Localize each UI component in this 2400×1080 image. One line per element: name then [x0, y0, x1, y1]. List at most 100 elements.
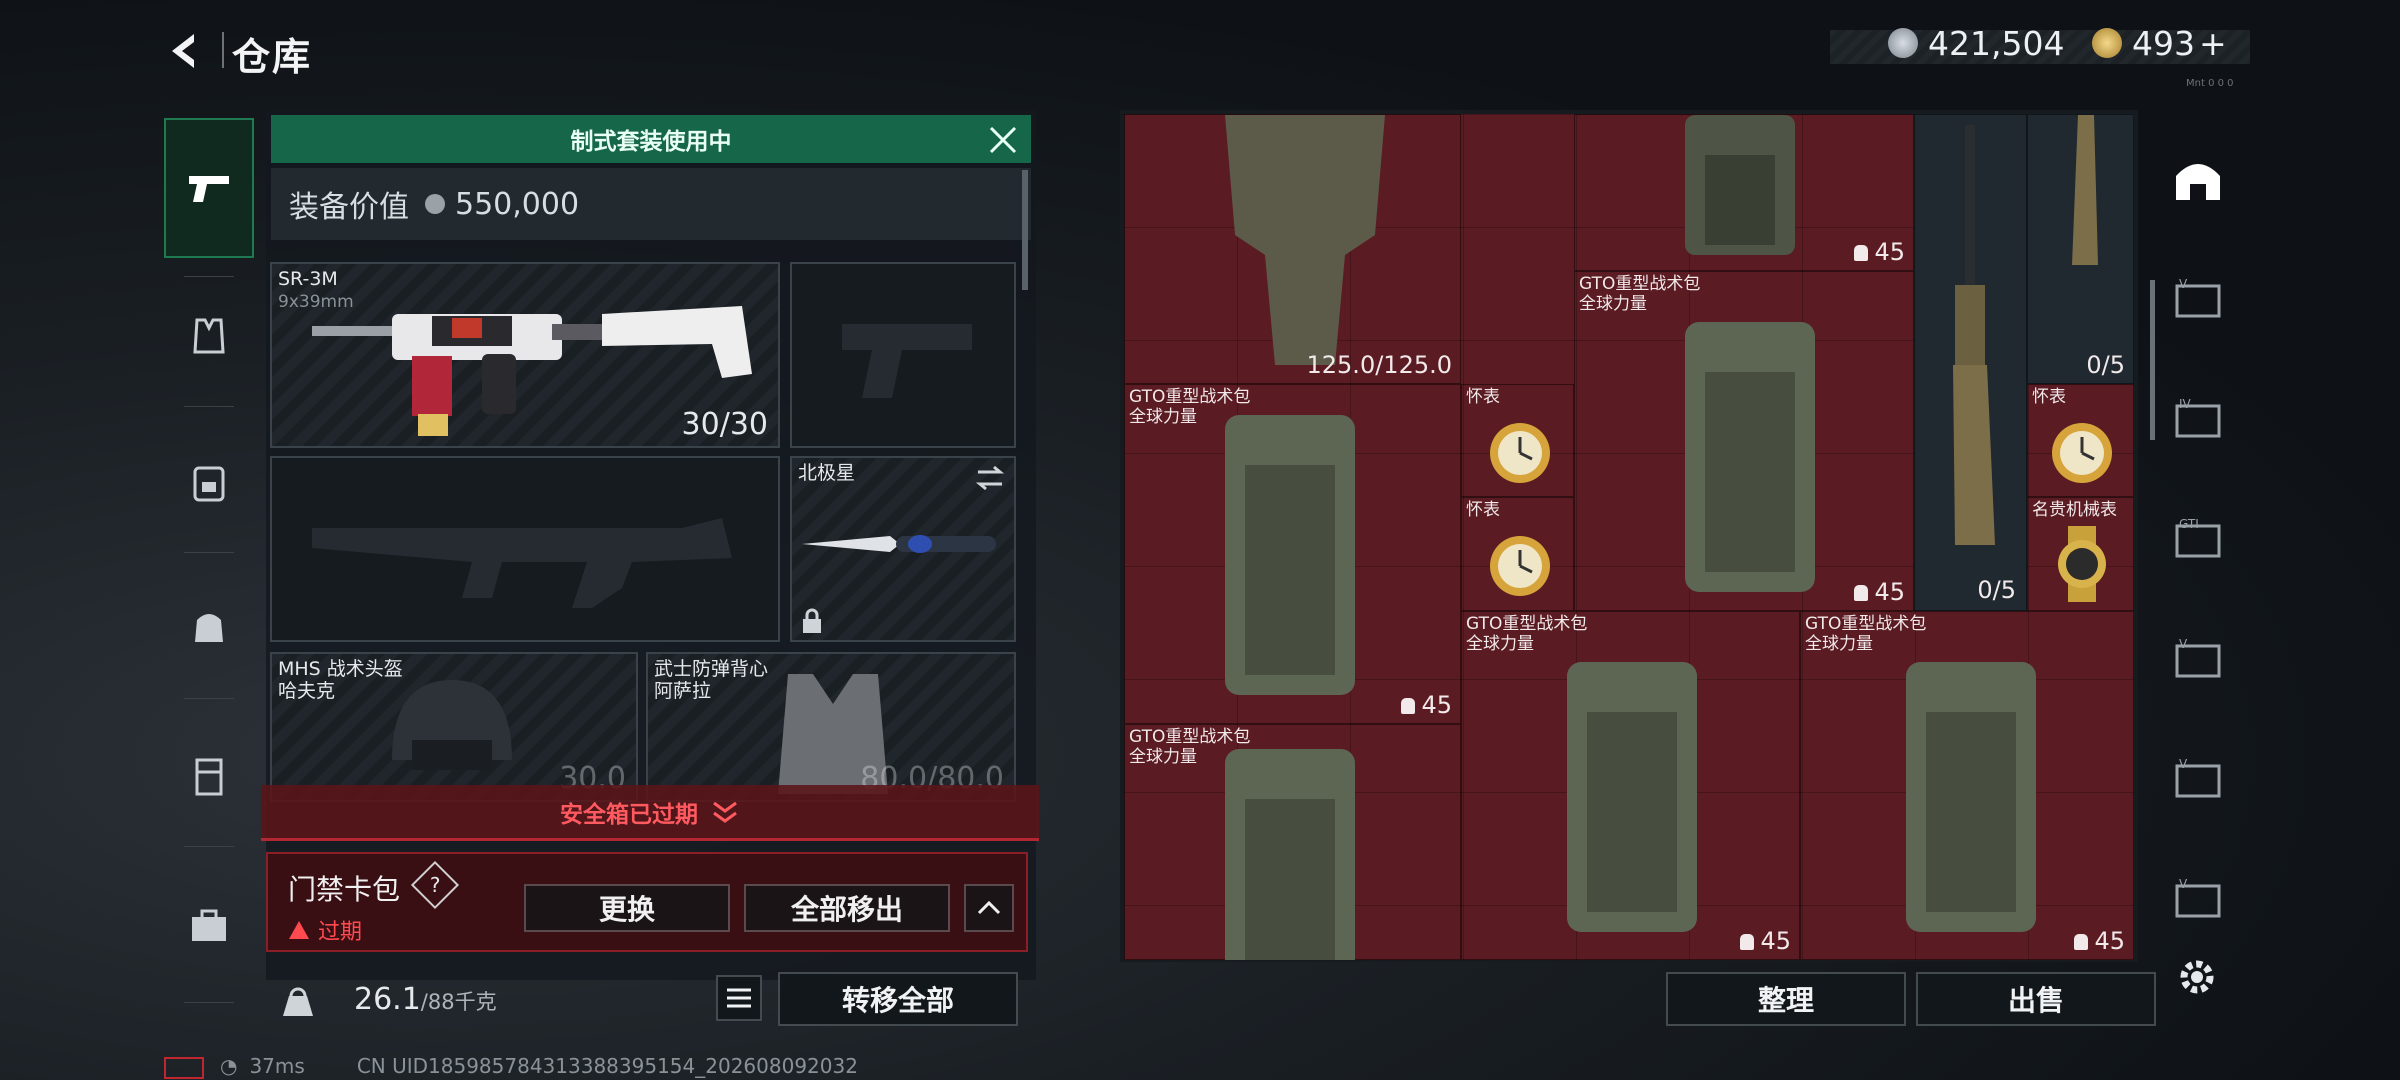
status-bar: ◔ 37ms CN UID185985784313388395154_20260…: [220, 1054, 858, 1078]
weight-icon: [276, 972, 320, 1028]
rifle-stock-icon: [2072, 115, 2098, 265]
back-arrow-icon[interactable]: [160, 26, 210, 76]
item-count: 45: [1854, 238, 1905, 266]
rail-page-2[interactable]: IV: [2158, 380, 2238, 460]
tab-container[interactable]: [164, 706, 254, 846]
tactical-backpack-icon: [1906, 662, 2036, 932]
chevron-double-down-icon: [713, 801, 737, 823]
weight-small-icon: [2074, 934, 2089, 950]
stash-item-pocket-watch-2[interactable]: 怀表: [1461, 497, 1574, 611]
pocket-watch-icon: [1490, 536, 1550, 596]
tab-backpack[interactable]: [164, 412, 254, 552]
knife-icon: [802, 535, 996, 553]
tab-case[interactable]: [164, 856, 254, 996]
pistol-slot[interactable]: [790, 262, 1016, 448]
scrollbar[interactable]: [1022, 170, 1028, 290]
remove-all-button[interactable]: 全部移出: [744, 884, 950, 932]
tab-divider: [184, 552, 234, 553]
kettlebell-icon: [283, 987, 313, 1016]
briefcase-icon: [192, 909, 226, 941]
vault-icon: [2176, 164, 2220, 200]
currency-gold[interactable]: 493 +: [2092, 22, 2227, 64]
currency-silver: 421,504: [1888, 22, 2064, 64]
armor-slot[interactable]: 武士防弹背心 阿萨拉 80.0/80.0: [646, 652, 1016, 802]
helmet-slot[interactable]: MHS 战术头盔 哈夫克 30.0: [270, 652, 638, 802]
stash-page-icon: V: [2175, 878, 2221, 918]
transfer-all-button[interactable]: 转移全部: [778, 972, 1018, 1026]
silver-coin-icon: [1888, 28, 1918, 58]
expired-status: 过期: [288, 914, 362, 946]
svg-text:V: V: [2179, 878, 2188, 891]
stash-item-pocket-watch-3[interactable]: 怀表: [2027, 384, 2134, 497]
help-icon[interactable]: ?: [410, 860, 460, 910]
keycard-case-title: 门禁卡包: [288, 873, 401, 906]
item-count: 45: [1401, 691, 1452, 719]
carry-weight: 26.1/88千克: [354, 982, 497, 1017]
pocket-watch-icon: [2052, 423, 2112, 483]
pistol-icon: [189, 176, 229, 202]
silver-coin-icon: [425, 194, 445, 214]
keycard-case-panel: 门禁卡包 ? 过期 更换 全部移出: [266, 852, 1028, 952]
battery-icon: [164, 1057, 204, 1079]
pistol-silhouette-icon: [842, 324, 972, 398]
stash-page-icon: GTI: [2175, 518, 2221, 558]
tab-bag[interactable]: [164, 556, 254, 696]
item-count: 45: [1740, 927, 1791, 955]
stash-page-icon: V: [2175, 278, 2221, 318]
sell-button[interactable]: 出售: [1916, 972, 2156, 1026]
primary-weapon-slot[interactable]: SR-3M 9x39mm 30/30: [270, 262, 780, 448]
backpack-icon: [193, 466, 225, 502]
safebox-expired-bar[interactable]: 安全箱已过期: [261, 785, 1039, 841]
add-currency-button[interactable]: +: [2199, 24, 2227, 63]
list-view-button[interactable]: [716, 975, 762, 1021]
sort-button[interactable]: 整理: [1666, 972, 1906, 1026]
equipment-value: 装备价值 550,000: [271, 168, 1031, 240]
tactical-backpack-icon: [1685, 322, 1815, 592]
stash-item-armor[interactable]: 125.0/125.0: [1124, 114, 1461, 384]
stash-item-gto-backpack-4[interactable]: GTO重型战术包 全球力量 45: [1800, 611, 2134, 960]
gold-coin-icon: [2092, 28, 2122, 58]
list-icon: [727, 988, 751, 1008]
weight-small-icon: [1740, 934, 1755, 950]
stash-item-gto-backpack-2[interactable]: GTO重型战术包 全球力量 45: [1124, 384, 1461, 724]
tab-divider: [184, 698, 234, 699]
stash-item-pocket-watch-1[interactable]: 怀表: [1461, 384, 1574, 497]
close-icon[interactable]: [985, 122, 1021, 158]
stash-item-sniper-rifle[interactable]: 0/5: [1914, 114, 2027, 611]
settings-button[interactable]: [2172, 952, 2222, 1002]
secondary-weapon-slot[interactable]: [270, 456, 780, 642]
stash-item-gto-backpack-5[interactable]: GTO重型战术包 全球力量: [1124, 724, 1461, 960]
stash-item-luxury-watch[interactable]: 名贵机械表: [2027, 497, 2134, 611]
tab-vest[interactable]: [164, 266, 254, 406]
page-title: 仓库: [232, 35, 313, 79]
rail-page-3[interactable]: GTI: [2158, 500, 2238, 580]
stash-page-icon: V: [2175, 758, 2221, 798]
collapse-button[interactable]: [964, 884, 1014, 932]
swap-icon[interactable]: [974, 464, 1006, 492]
backpack-icon: [1685, 115, 1795, 255]
tab-divider: [184, 846, 234, 847]
armor-rig-icon: [1225, 115, 1385, 365]
stash-scrollbar[interactable]: [2150, 280, 2155, 440]
rail-home[interactable]: [2158, 140, 2238, 220]
lock-icon: [803, 608, 821, 633]
rail-page-5[interactable]: V: [2158, 740, 2238, 820]
tiny-id: Mnt 0 0 0: [2186, 78, 2234, 89]
stash-item-rifle-small[interactable]: 0/5: [2027, 114, 2134, 384]
gear-icon: [2180, 960, 2214, 994]
rail-page-1[interactable]: V: [2158, 260, 2238, 340]
rifle-silhouette-icon: [312, 518, 732, 608]
stash-item-gto-backpack-1[interactable]: GTO重型战术包 全球力量 45: [1574, 271, 1914, 611]
melee-slot[interactable]: 北极星: [790, 456, 1016, 642]
container-icon: [195, 758, 223, 796]
stash-item-backpack-top[interactable]: 45: [1574, 114, 1914, 271]
preset-banner: 制式套装使用中: [271, 115, 1031, 163]
tab-weapons[interactable]: [164, 118, 254, 258]
replace-button[interactable]: 更换: [524, 884, 730, 932]
vest-icon: [193, 318, 225, 354]
rail-page-4[interactable]: V: [2158, 620, 2238, 700]
stash-grid: 125.0/125.0 45 0/5 0/5 GTO重型战术包 全球力量 45 …: [1124, 114, 2134, 960]
stash-item-gto-backpack-3[interactable]: GTO重型战术包 全球力量 45: [1461, 611, 1800, 960]
rail-page-6[interactable]: V: [2158, 860, 2238, 940]
bag-icon: [195, 614, 223, 642]
